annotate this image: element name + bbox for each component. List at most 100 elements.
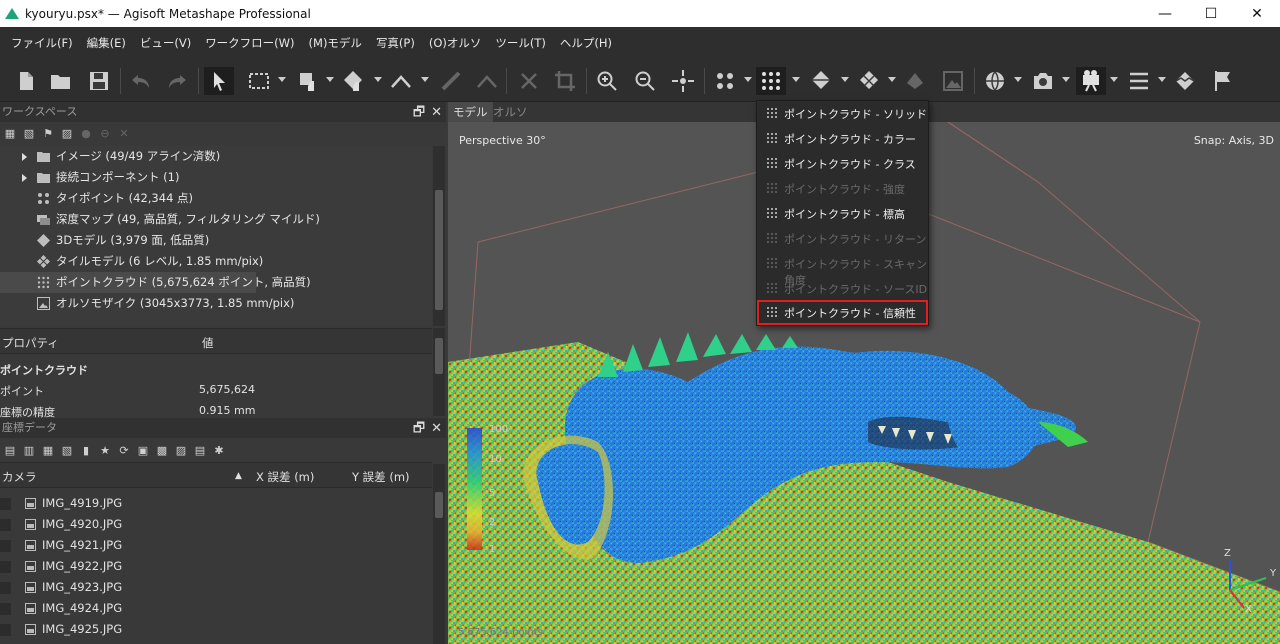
menu-view[interactable]: ビュー(V): [133, 27, 198, 60]
refresh-icon[interactable]: ⟳: [116, 442, 132, 458]
view-estimated-icon[interactable]: ▩: [154, 442, 170, 458]
expand-arrow-icon[interactable]: [22, 173, 27, 182]
menu-help[interactable]: ヘルプ(H): [553, 27, 619, 60]
delete-selection-icon[interactable]: [514, 67, 544, 95]
tree-item-tie-points[interactable]: タイポイント (42,344 点): [0, 188, 432, 209]
x-error-column-header[interactable]: X 誤差 (m): [256, 469, 314, 485]
y-error-column-header[interactable]: Y 誤差 (m): [352, 469, 410, 485]
move-region-icon[interactable]: [338, 67, 368, 95]
point-cloud-view-icon[interactable]: [756, 67, 786, 95]
model-view-icon[interactable]: [806, 67, 836, 95]
zoom-in-icon[interactable]: [592, 67, 622, 95]
menu-item-classes[interactable]: ポイントクラウド - クラス: [757, 151, 928, 176]
tree-item-images[interactable]: イメージ (49/49 アライン済数): [0, 146, 432, 167]
camera-column-header[interactable]: カメラ: [2, 469, 37, 485]
redo-icon[interactable]: [162, 67, 192, 95]
close-button[interactable]: ✕: [1234, 0, 1280, 27]
tree-item-3d-model[interactable]: 3Dモデル (3,979 面, 低品質): [0, 230, 432, 251]
undock-icon[interactable]: 🗗: [413, 419, 425, 439]
close-panel-icon[interactable]: ✕: [431, 419, 442, 439]
menu-item-confidence[interactable]: ポイントクラウド - 信頼性: [757, 300, 928, 325]
open-folder-icon[interactable]: [46, 67, 76, 95]
tiled-model-view-icon[interactable]: [854, 67, 884, 95]
tab-ortho[interactable]: オルソ: [488, 102, 533, 122]
camera-checkbox[interactable]: [0, 518, 11, 531]
move-object-icon[interactable]: [294, 67, 324, 95]
menu-file[interactable]: ファイル(F): [4, 27, 80, 60]
globe-icon[interactable]: [980, 67, 1010, 95]
show-cameras-points-icon[interactable]: [710, 67, 740, 95]
add-marker-icon[interactable]: ⚑: [40, 125, 56, 141]
camera-list-icon[interactable]: ▤: [192, 442, 208, 458]
shape-layer-icon[interactable]: [900, 67, 930, 95]
undock-icon[interactable]: 🗗: [413, 103, 425, 123]
convert-icon[interactable]: ▦: [40, 442, 56, 458]
view-errors-icon[interactable]: ▨: [173, 442, 189, 458]
table-row[interactable]: IMG_4920.JPG: [0, 514, 432, 535]
tree-item-tiled-model[interactable]: タイルモデル (6 レベル, 1.85 mm/pix): [0, 251, 432, 272]
tab-model[interactable]: モデル: [448, 102, 493, 122]
tree-item-orthomosaic[interactable]: オルソモザイク (3045x3773, 1.85 mm/pix): [0, 293, 432, 314]
maximize-button[interactable]: ☐: [1188, 0, 1234, 27]
expand-arrow-icon[interactable]: [22, 152, 27, 161]
property-column-header[interactable]: プロパティ: [2, 335, 59, 351]
value-column-header[interactable]: 値: [202, 335, 214, 351]
menu-lines-icon[interactable]: [1124, 67, 1154, 95]
menu-item-color[interactable]: ポイントクラウド - カラー: [757, 126, 928, 151]
star-icon[interactable]: ★: [97, 442, 113, 458]
add-chunk-icon[interactable]: ▦: [2, 125, 18, 141]
workspace-scrollbar[interactable]: [433, 146, 445, 326]
tree-item-depth-maps[interactable]: 深度マップ (49, 高品質, フィルタリング マイルド): [0, 209, 432, 230]
camera-checkbox[interactable]: [0, 560, 11, 573]
table-row[interactable]: IMG_4924.JPG: [0, 598, 432, 619]
menu-workflow[interactable]: ワークフロー(W): [198, 27, 301, 60]
add-photos-icon[interactable]: ▧: [21, 125, 37, 141]
menu-item-elevation[interactable]: ポイントクラウド - 標高: [757, 201, 928, 226]
export-reference-icon[interactable]: ▥: [21, 442, 37, 458]
camera-checkbox[interactable]: [0, 602, 11, 615]
crop-icon[interactable]: [550, 67, 580, 95]
minimize-button[interactable]: —: [1142, 0, 1188, 27]
camera-icon[interactable]: [1028, 67, 1058, 95]
menu-model[interactable]: (M)モデル: [302, 27, 369, 60]
calculator-icon[interactable]: ▮: [78, 442, 94, 458]
save-icon[interactable]: [84, 67, 114, 95]
draw-polyline-icon[interactable]: [436, 67, 466, 95]
disable-icon[interactable]: ⊖: [97, 125, 113, 141]
camera-checkbox[interactable]: [0, 497, 11, 510]
tree-item-point-cloud[interactable]: ポイントクラウド (5,675,624 ポイント, 高品質): [0, 272, 311, 293]
zoom-out-icon[interactable]: [630, 67, 660, 95]
flag-icon[interactable]: [1208, 67, 1238, 95]
table-row[interactable]: IMG_4923.JPG: [0, 577, 432, 598]
menu-ortho[interactable]: (O)オルソ: [422, 27, 489, 60]
table-row[interactable]: IMG_4919.JPG: [0, 493, 432, 514]
menu-edit[interactable]: 編集(E): [80, 27, 133, 60]
view-source-icon[interactable]: ▣: [135, 442, 151, 458]
import-reference-icon[interactable]: ▤: [2, 442, 18, 458]
remove-icon[interactable]: ✕: [116, 125, 132, 141]
table-row[interactable]: IMG_4921.JPG: [0, 535, 432, 556]
menu-photo[interactable]: 写真(P): [369, 27, 422, 60]
sort-arrow-icon[interactable]: ▲: [235, 471, 242, 481]
table-row[interactable]: IMG_4922.JPG: [0, 556, 432, 577]
navigation-cursor-icon[interactable]: [204, 67, 234, 95]
camera-checkbox[interactable]: [0, 539, 11, 552]
table-row[interactable]: IMG_4925.JPG: [0, 619, 432, 640]
reset-view-icon[interactable]: [668, 67, 698, 95]
cameras-scrollbar[interactable]: [433, 464, 445, 644]
tree-item-components[interactable]: 接続コンポーネント (1): [0, 167, 432, 188]
menu-tools[interactable]: ツール(T): [488, 27, 553, 60]
ortho-image-icon[interactable]: [938, 67, 968, 95]
close-panel-icon[interactable]: ✕: [431, 103, 442, 123]
video-camera-icon[interactable]: [1076, 67, 1106, 95]
model-shape-icon[interactable]: [1170, 67, 1200, 95]
ruler-icon[interactable]: [386, 67, 416, 95]
add-shape-icon[interactable]: ▨: [59, 125, 75, 141]
properties-scrollbar[interactable]: [433, 328, 445, 416]
rectangle-selection-icon[interactable]: [244, 67, 274, 95]
settings-wrench-icon[interactable]: ✱: [211, 442, 227, 458]
undo-icon[interactable]: [126, 67, 156, 95]
menu-item-solid[interactable]: ポイントクラウド - ソリッド: [757, 101, 928, 126]
draw-polygon-icon[interactable]: [472, 67, 502, 95]
camera-checkbox[interactable]: [0, 581, 11, 594]
